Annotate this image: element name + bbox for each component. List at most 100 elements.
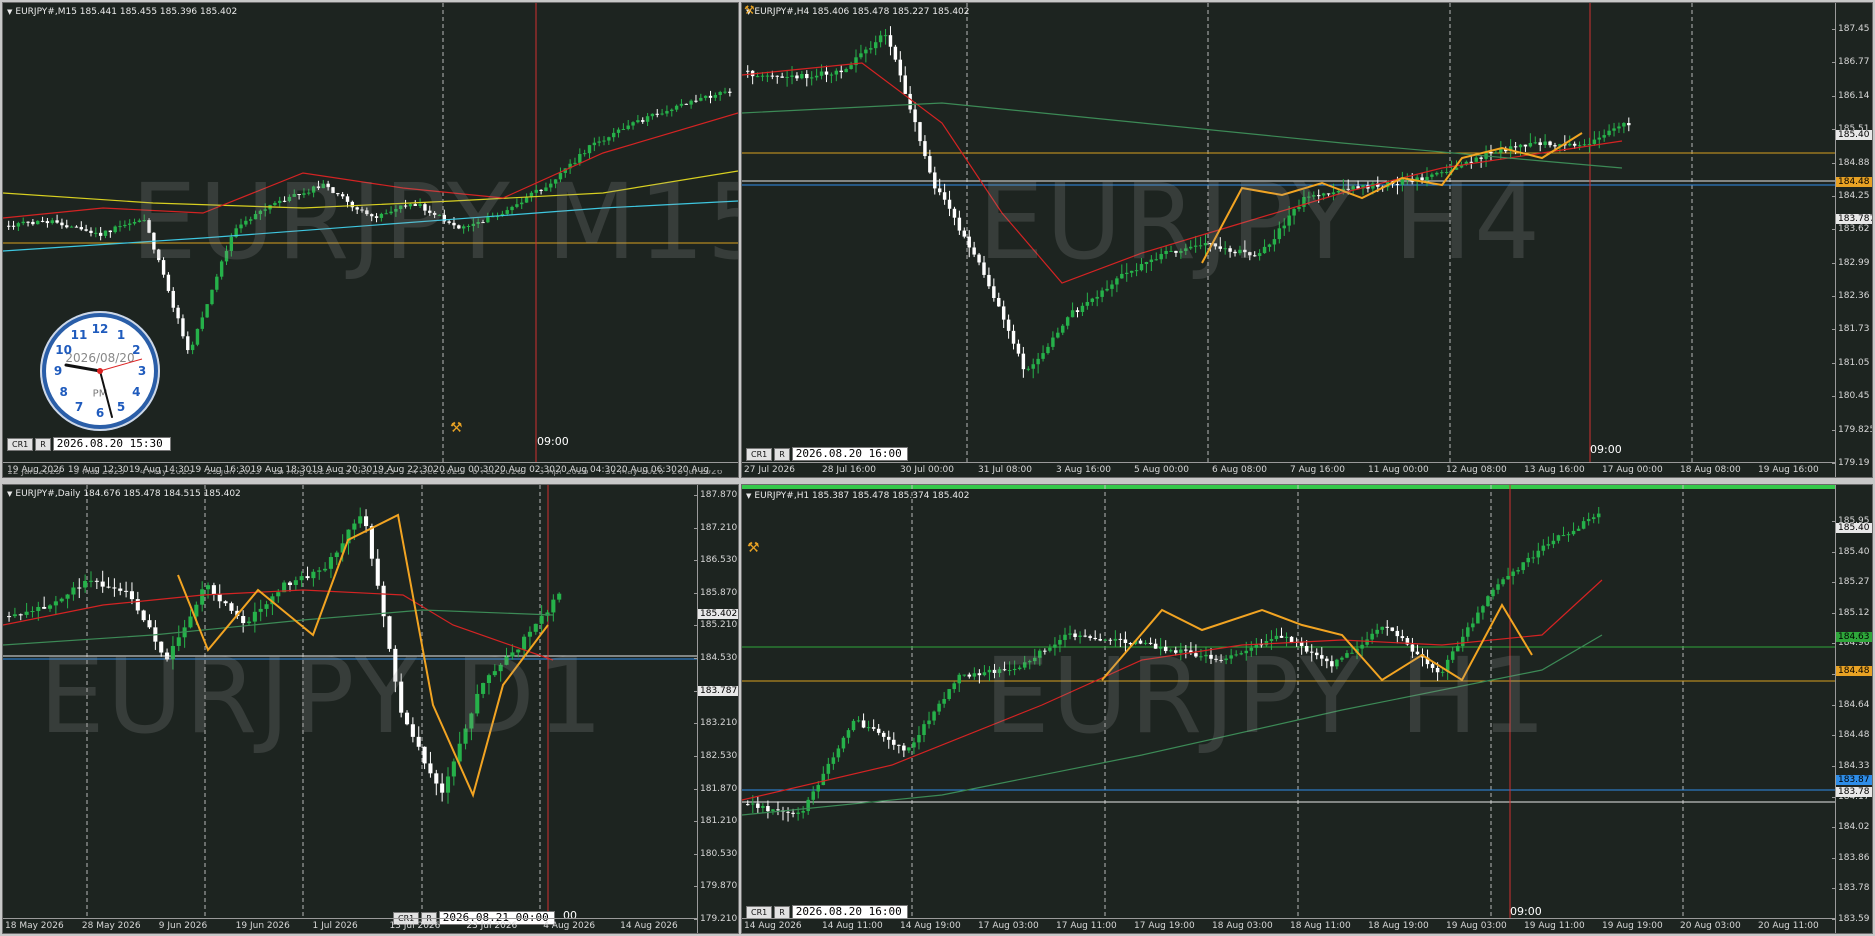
price-chart <box>3 485 697 919</box>
analog-clock-widget: 2026/08/20 PM 12 1 2 3 4 5 6 7 8 9 10 11 <box>40 311 160 431</box>
price-axis-label: 184.02 <box>1832 822 1870 833</box>
price-axis-label: 183.86 <box>1832 852 1870 863</box>
time-axis-label: 14 Dec 2023 <box>405 470 464 477</box>
price-axis-label: 183.78 <box>1832 883 1870 894</box>
time-axis-label: 28 May 2026 <box>81 921 141 931</box>
price-axis-label: 183.59 <box>1832 914 1870 924</box>
cr-controls: CR1 R 2026.08.20 15:30 <box>7 437 171 451</box>
time-axis-label: 4 May 2023 <box>139 470 193 477</box>
time-axis-label: 18 Aug 03:00 <box>1212 921 1273 931</box>
time-axis-label: 18 Aug 19:00 <box>1368 921 1429 931</box>
time-axis-label: 14 Aug 19:00 <box>900 921 961 931</box>
drawing-tool-icon[interactable]: ⚒ <box>450 421 463 435</box>
time-axis-label: 20 Aug 03:00 <box>1680 921 1741 931</box>
r-button[interactable]: R <box>774 905 790 919</box>
price-axis-label: 184.25 <box>1832 190 1870 201</box>
chart-header: ▼ EURJPY#,H1 185.387 185.478 185.374 185.… <box>746 491 970 501</box>
price-axis-label: 180.45 <box>1832 391 1870 402</box>
price-axis-label: 183.62 <box>1832 224 1870 235</box>
price-axis-label: 185.210 <box>693 620 738 631</box>
cr1-button[interactable]: CR1 <box>746 905 773 919</box>
chart-header: ▼ EURJPY#,M15 185.441 185.455 185.396 185… <box>7 7 237 17</box>
dropdown-triangle-icon[interactable]: ▼ <box>7 490 12 498</box>
price-axis: 187.45186.77186.14185.51184.88184.25183.… <box>1831 3 1872 477</box>
price-tag-white: 183.787 <box>698 686 738 696</box>
time-axis-label: 14 Aug 2026 <box>620 921 678 931</box>
price-axis-label: 183.210 <box>693 718 738 729</box>
hidden-time-axis: 12 Jan 2023 9 Mar 2023 4 May 2023 29 Jun 20… <box>3 470 738 477</box>
moving-average-line <box>742 102 1623 169</box>
price-tag-white: 185.40 <box>1836 130 1872 140</box>
plot-area-h1[interactable]: EURJPY H1 <box>742 485 1836 919</box>
price-tag-orange: 184.48 <box>1836 666 1872 676</box>
time-axis-label: 28 Jul 16:00 <box>822 465 876 475</box>
price-axis-label: 184.530 <box>693 653 738 664</box>
time-axis-label: 31 May 2026 <box>605 470 664 477</box>
time-axis-label: 3 Aug 16:00 <box>1056 465 1111 475</box>
plot-area-h4[interactable]: EURJPY H4 <box>742 3 1836 463</box>
chart-window-h4[interactable]: EURJPY H4 ▼ EURJPY#,H4 185.406 185.478 18… <box>741 2 1873 478</box>
drawing-tool-icon[interactable]: ⚒ <box>747 541 760 555</box>
time-axis-label: 17 Aug 00:00 <box>1602 465 1663 475</box>
time-axis-label: 19 Aug 11:00 <box>1524 921 1585 931</box>
chart-window-h1[interactable]: EURJPY H1 ▼ EURJPY#,H1 185.387 185.478 18… <box>741 484 1873 934</box>
time-input[interactable]: 2026.08.20 16:00 <box>791 447 908 461</box>
chart-symbol-quote: EURJPY#,H4 185.406 185.478 185.227 185.4… <box>754 7 970 17</box>
price-axis-label: 182.99 <box>1832 257 1870 268</box>
price-axis-label: 179.870 <box>693 881 738 892</box>
price-chart <box>742 3 1836 463</box>
price-tag-white: 185.402 <box>698 609 738 619</box>
dropdown-triangle-icon[interactable]: ▼ <box>746 492 751 500</box>
moving-average-line <box>742 634 1603 816</box>
candles <box>746 507 1601 822</box>
time-axis-label: 23 Jul 2026 <box>466 921 518 931</box>
r-button[interactable]: R <box>35 437 51 451</box>
time-axis-label: 27 Jul 2026 <box>744 465 795 475</box>
time-axis-label: 9 Jun 2026 <box>158 921 208 931</box>
moving-average-line <box>742 62 1623 284</box>
price-tag-white: 185.40 <box>1836 523 1872 533</box>
time-axis-label: 18 Aug 08:00 <box>1680 465 1741 475</box>
price-axis-label: 181.73 <box>1832 324 1870 335</box>
time-axis-label: 1 Jul 2026 <box>312 921 358 931</box>
clock-hands <box>64 358 143 418</box>
time-input[interactable]: 2026.08.20 16:00 <box>791 905 908 919</box>
time-axis-label: 12 Aug 08:00 <box>1446 465 1507 475</box>
time-axis-label: 14 Aug 11:00 <box>822 921 883 931</box>
plot-area-d1[interactable]: EURJPY D1 <box>3 485 697 919</box>
price-axis-label: 184.64 <box>1832 699 1870 710</box>
chart-window-d1[interactable]: EURJPY D1 ▼ EURJPY#,Daily 184.676 185.478… <box>2 484 739 934</box>
time-axis: 18 May 2026 28 May 2026 9 Jun 2026 19 Jun 2… <box>3 918 697 933</box>
price-axis-label: 185.27 <box>1832 577 1870 588</box>
chart-window-m15[interactable]: EURJPY M15 ▼ EURJPY#,M15 185.441 185.455 … <box>2 2 739 478</box>
cr-controls: CR1 R 2026.08.20 16:00 <box>746 905 908 919</box>
chart-symbol-quote: EURJPY#,M15 185.441 185.455 185.396 185.… <box>15 7 238 17</box>
time-axis-label: 13 Jul 2026 <box>389 921 441 931</box>
price-tag-green: 184.63 <box>1836 632 1872 642</box>
time-axis: 14 Aug 2026 14 Aug 11:00 14 Aug 19:00 17 Au… <box>742 918 1836 933</box>
dropdown-triangle-icon[interactable]: ▼ <box>7 8 12 16</box>
chart-header: ▼ EURJPY#,H4 185.406 185.478 185.227 185.… <box>746 7 970 17</box>
cr1-button[interactable]: CR1 <box>746 447 773 461</box>
time-axis-label: 18 May 2026 <box>5 921 64 931</box>
moving-average-line <box>3 609 554 646</box>
time-axis-label: 31 Jul 08:00 <box>978 465 1032 475</box>
price-axis-label: 179.825 <box>1831 425 1872 435</box>
time-axis-label: 5 Aug 00:00 <box>1134 465 1189 475</box>
time-input[interactable]: 2026.08.20 15:30 <box>52 437 171 451</box>
price-tag-orange: 184.48 <box>1836 177 1872 187</box>
price-axis-label: 185.870 <box>693 587 738 598</box>
time-axis-label: 19 Jun 2026 <box>235 921 290 931</box>
moving-average-line <box>742 579 1603 801</box>
drawing-tool-icon[interactable]: ⚒ <box>744 3 755 17</box>
r-button[interactable]: R <box>774 447 790 461</box>
price-axis-label: 184.88 <box>1832 157 1870 168</box>
time-axis-label: 7 Aug 16:00 <box>1290 465 1345 475</box>
moving-average-line <box>3 170 738 209</box>
time-axis-label: 17 Aug 11:00 <box>1056 921 1117 931</box>
price-axis-label: 186.530 <box>693 555 738 566</box>
cr1-button[interactable]: CR1 <box>7 437 34 451</box>
time-axis-label: 24 Aug 2023 <box>272 470 331 477</box>
price-chart <box>742 485 1836 919</box>
price-axis-label: 185.12 <box>1832 607 1870 618</box>
